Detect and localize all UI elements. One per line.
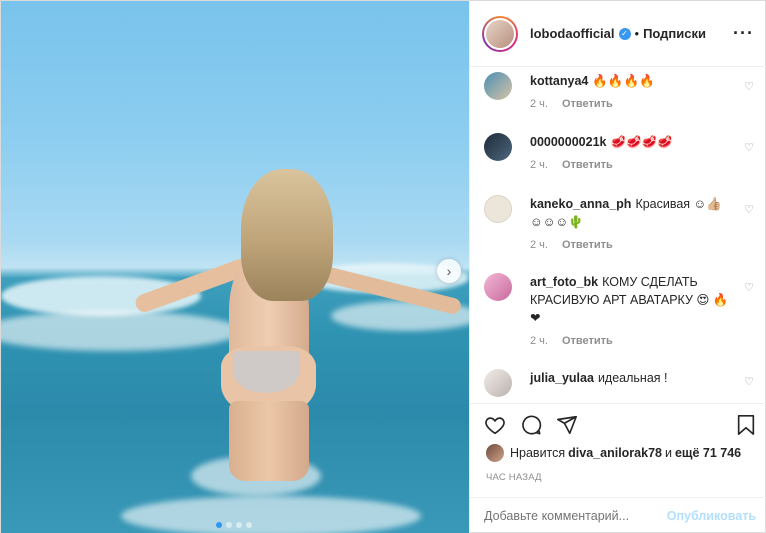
comment-item: art_foto_bk КОМУ СДЕЛАТЬ КРАСИВУЮ АРТ АВА… [484,273,754,347]
comment-time: 2 ч. [530,335,548,347]
comment-item: kaneko_anna_ph Красивая ☺👍🏼 ☺☺☺🌵 2 ч. Отв… [484,195,754,251]
comment-content: 🥩🥩🥩🥩 [610,135,673,149]
comment-item: 0000000021k 🥩🥩🥩🥩 2 ч. Ответить ♡ [484,133,754,171]
post-actions [470,403,766,443]
comment-username[interactable]: art_foto_bk [530,275,598,289]
heart-icon[interactable] [484,414,506,440]
chevron-right-icon: › [446,263,452,279]
more-horizontal-icon[interactable]: ··· [733,23,754,44]
comment-meta: 2 ч. Ответить [530,335,754,347]
add-comment-bar: Опубликовать [470,497,766,533]
heart-icon[interactable]: ♡ [744,375,754,388]
heart-icon[interactable]: ♡ [744,203,754,216]
commenter-avatar[interactable] [484,72,512,100]
comment-content: 🔥🔥🔥🔥 [592,74,655,88]
comment-text: kottanya4 🔥🔥🔥🔥 [530,72,730,90]
comment-username[interactable]: julia_yulaa [530,371,594,385]
comment-content: идеальная ! [597,371,668,385]
comment-text: kaneko_anna_ph Красивая ☺👍🏼 ☺☺☺🌵 [530,195,730,231]
header-separator: • [634,26,640,41]
post-header: lobodaofficial ✓ • Подписки ··· [470,1,766,67]
likes-joiner: и [664,446,672,460]
commenter-avatar[interactable] [484,195,512,223]
bookmark-icon[interactable] [736,414,756,440]
liker-avatar[interactable] [486,444,504,462]
reply-button[interactable]: Ответить [562,159,613,171]
comment-item: kottanya4 🔥🔥🔥🔥 2 ч. Ответить ♡ [484,72,754,110]
comment-icon[interactable] [520,414,542,440]
post-panel: lobodaofficial ✓ • Подписки ··· kottanya… [469,1,766,533]
reply-button[interactable]: Ответить [562,98,613,110]
reply-button[interactable]: Ответить [562,239,613,251]
foam-decoration [121,496,421,533]
carousel-dots [216,522,252,528]
publish-button[interactable]: Опубликовать [667,509,756,523]
author-avatar[interactable] [482,15,518,52]
foam-decoration [1,311,241,351]
verified-badge-icon: ✓ [618,27,631,40]
comment-input[interactable] [484,509,664,523]
following-button[interactable]: Подписки [643,26,706,41]
liker-username[interactable]: diva_anilorak78 [568,446,662,460]
comment-meta: 2 ч. Ответить [530,159,754,171]
likes-summary: Нравится diva_anilorak78 и ещё 71 746 [486,444,744,462]
carousel-next-button[interactable]: › [437,259,461,283]
send-icon[interactable] [556,414,578,440]
commenter-avatar[interactable] [484,369,512,397]
heart-icon[interactable]: ♡ [744,141,754,154]
carousel-dot [246,522,252,528]
comment-text: 0000000021k 🥩🥩🥩🥩 [530,133,730,151]
post-photo[interactable]: › [1,1,469,533]
instagram-post: › lobodaofficial ✓ • Подписки ··· kottan… [0,0,766,533]
comment-meta: 2 ч. Ответить [530,98,754,110]
comment-time: 2 ч. [530,98,548,110]
comment-text: art_foto_bk КОМУ СДЕЛАТЬ КРАСИВУЮ АРТ АВА… [530,273,730,327]
carousel-dot [226,522,232,528]
commenter-avatar[interactable] [484,273,512,301]
commenter-avatar[interactable] [484,133,512,161]
comments-list[interactable]: kottanya4 🔥🔥🔥🔥 2 ч. Ответить ♡ 0000000021… [470,67,766,403]
comment-username[interactable]: kaneko_anna_ph [530,197,631,211]
comment-username[interactable]: kottanya4 [530,74,588,88]
likes-count-link[interactable]: ещё 71 746 [675,446,741,460]
comment-text: julia_yulaa идеальная ! [530,369,730,387]
heart-icon[interactable]: ♡ [744,80,754,93]
comment-time: 2 ч. [530,239,548,251]
post-timestamp[interactable]: ЧАС НАЗАД [486,472,542,483]
comment-item: julia_yulaa идеальная ! ♡ [484,369,754,397]
reply-button[interactable]: Ответить [562,335,613,347]
comment-time: 2 ч. [530,159,548,171]
heart-icon[interactable]: ♡ [744,281,754,294]
comment-meta: 2 ч. Ответить [530,239,754,251]
likes-prefix: Нравится [510,446,566,460]
carousel-dot [216,522,222,528]
author-username[interactable]: lobodaofficial [530,26,615,41]
carousel-dot [236,522,242,528]
comment-username[interactable]: 0000000021k [530,135,606,149]
